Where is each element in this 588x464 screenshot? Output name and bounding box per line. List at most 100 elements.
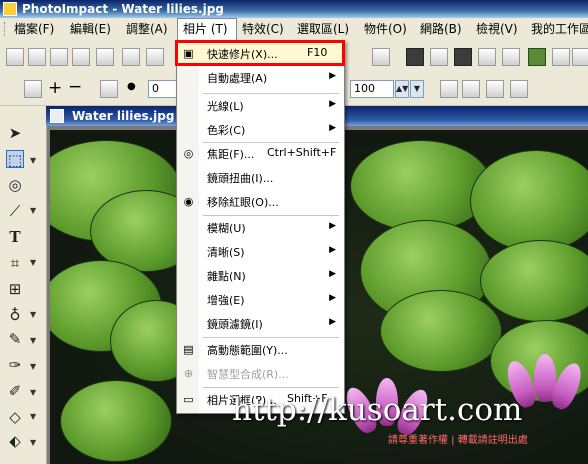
document-icon xyxy=(50,109,64,123)
photo-menu-dropdown: ▣ 快速修片(X)... F10 自動處理(A) ▶ 光線(L) ▶ 色彩(C)… xyxy=(176,40,345,414)
clone-tool-dropdown-icon[interactable]: ▼ xyxy=(30,388,36,397)
web-icon[interactable] xyxy=(502,48,520,66)
focus-icon: ◎ xyxy=(183,147,194,160)
scan-icon[interactable] xyxy=(96,48,114,66)
opacity-dropdown-icon[interactable]: ▼ xyxy=(410,80,424,98)
app-title: PhotoImpact - Water lilies.jpg xyxy=(22,2,224,16)
menu-adjust[interactable]: 調整(A) xyxy=(126,18,168,40)
eraser-tool-dropdown-icon[interactable]: ▼ xyxy=(30,412,36,421)
crop-tool-icon[interactable]: ⌗ xyxy=(6,254,24,272)
menu-item-color[interactable]: 色彩(C) ▶ xyxy=(177,119,344,141)
menu-separator xyxy=(203,215,339,216)
eyedropper-dropdown-icon[interactable]: ▼ xyxy=(30,310,36,319)
menu-item-lens-filter[interactable]: 鏡頭濾鏡(I) ▶ xyxy=(177,313,344,335)
submenu-arrow-icon: ▶ xyxy=(329,245,336,255)
submenu-arrow-icon: ▶ xyxy=(329,317,336,327)
crop-tool-dropdown-icon[interactable]: ▼ xyxy=(30,258,36,267)
menu-item-focus[interactable]: ◎ 焦距(F)... Ctrl+Shift+F xyxy=(177,143,344,165)
menu-edit[interactable]: 編輯(E) xyxy=(70,18,111,40)
menu-item-red-eye[interactable]: ◉ 移除紅眼(O)... xyxy=(177,191,344,213)
shape-icon[interactable] xyxy=(100,80,118,98)
brush-tool-icon[interactable]: ⟋ xyxy=(6,202,24,220)
add-icon[interactable]: + xyxy=(48,78,62,98)
menu-item-noise[interactable]: 雜點(N) ▶ xyxy=(177,265,344,287)
lasso-tool-icon[interactable]: ◎ xyxy=(6,176,24,194)
menu-item-label: 增強(E) xyxy=(207,294,245,307)
opacity-spin[interactable]: ▲▼ xyxy=(395,80,409,98)
camera-icon[interactable] xyxy=(406,48,424,66)
menu-item-hdr[interactable]: ▤ 高動態範圍(Y)... xyxy=(177,339,344,361)
menu-item-label: 自動處理(A) xyxy=(207,72,268,85)
brush-tool-dropdown-icon[interactable]: ▼ xyxy=(30,206,36,215)
menu-item-smart-merge[interactable]: ⊕ 智慧型合成(R)... xyxy=(177,363,344,385)
retouch-tool-icon[interactable]: ✑ xyxy=(6,356,24,374)
pan-icon[interactable] xyxy=(462,80,480,98)
menu-web[interactable]: 網路(B) xyxy=(420,18,462,40)
lily-pad xyxy=(60,380,172,462)
subtract-icon[interactable]: − xyxy=(68,77,82,97)
menu-item-label: 智慧型合成(R)... xyxy=(207,368,289,381)
lily-pad xyxy=(470,150,588,252)
photo-icon[interactable] xyxy=(430,48,448,66)
menu-item-label: 高動態範圍(Y)... xyxy=(207,344,288,357)
pick-tool-icon[interactable]: ➤ xyxy=(6,124,24,142)
option-1-icon[interactable] xyxy=(440,80,458,98)
crop-icon[interactable] xyxy=(510,80,528,98)
menu-item-shortcut: Ctrl+Shift+F xyxy=(267,146,337,159)
retouch-tool-dropdown-icon[interactable]: ▼ xyxy=(30,362,36,371)
hand-icon[interactable] xyxy=(486,80,504,98)
open-icon[interactable] xyxy=(50,48,68,66)
eraser-tool-icon[interactable]: ◇ xyxy=(6,408,24,426)
paint-tool-icon[interactable]: ✎ xyxy=(6,330,24,348)
opacity-field[interactable]: 100 xyxy=(350,80,394,98)
photoimpact-logo-icon xyxy=(3,2,17,16)
menu-item-auto-process[interactable]: 自動處理(A) ▶ xyxy=(177,67,344,89)
menu-item-blur[interactable]: 模糊(U) ▶ xyxy=(177,217,344,239)
selection-mode-icon[interactable] xyxy=(24,80,42,98)
menu-item-label: 鏡頭濾鏡(I) xyxy=(207,318,263,331)
menu-item-lighting[interactable]: 光線(L) ▶ xyxy=(177,95,344,117)
more-icon[interactable] xyxy=(572,48,588,66)
fill-tool-icon[interactable]: ⬖ xyxy=(6,432,24,450)
text-tool-icon[interactable]: T xyxy=(6,228,24,246)
effect-icon[interactable] xyxy=(528,48,546,66)
menu-photo[interactable]: 相片 (T) xyxy=(177,18,237,40)
lily-pad xyxy=(480,240,588,322)
menubar-grip[interactable] xyxy=(4,22,8,36)
tools-icon[interactable] xyxy=(552,48,570,66)
menu-effect[interactable]: 特效(C) xyxy=(242,18,284,40)
menu-view[interactable]: 檢視(V) xyxy=(476,18,518,40)
menu-selection[interactable]: 選取區(L) xyxy=(297,18,349,40)
eyedropper-tool-icon[interactable]: ♁ xyxy=(6,306,24,324)
highlight-box xyxy=(175,40,345,66)
marquee-tool-dropdown-icon[interactable]: ▼ xyxy=(30,156,36,165)
zoom-field[interactable]: 0 xyxy=(148,80,178,98)
menu-object[interactable]: 物件(O) xyxy=(364,18,407,40)
save-icon[interactable] xyxy=(72,48,90,66)
menu-item-label: 色彩(C) xyxy=(207,124,246,137)
menu-workspace[interactable]: 我的工作區 xyxy=(531,18,588,40)
paint-tool-dropdown-icon[interactable]: ▼ xyxy=(30,336,36,345)
print-icon[interactable] xyxy=(146,48,164,66)
menu-separator xyxy=(203,337,339,338)
picture-icon[interactable] xyxy=(454,48,472,66)
fill-tool-dropdown-icon[interactable]: ▼ xyxy=(30,438,36,447)
menu-item-enhance[interactable]: 增強(E) ▶ xyxy=(177,289,344,311)
submenu-arrow-icon: ▶ xyxy=(329,221,336,231)
clone-tool-icon[interactable]: ✐ xyxy=(6,382,24,400)
histogram-icon[interactable] xyxy=(372,48,390,66)
menu-item-sharpen[interactable]: 清晰(S) ▶ xyxy=(177,241,344,263)
hdr-icon: ▤ xyxy=(183,343,194,356)
menu-item-lens-distortion[interactable]: 鏡頭扭曲(I)... xyxy=(177,167,344,189)
lily-pad xyxy=(350,140,492,232)
menu-item-label: 模糊(U) xyxy=(207,222,246,235)
menu-file[interactable]: 檔案(F) xyxy=(14,18,54,40)
tool-palette: ➤ ⬚ ▼ ◎ ⟋ ▼ T ⌗ ▼ ⊞ ♁ ▼ ✎ ▼ ✑ ▼ ✐ ▼ ◇ ▼ … xyxy=(0,106,47,464)
preview-icon[interactable] xyxy=(478,48,496,66)
transform-tool-icon[interactable]: ⊞ xyxy=(6,280,24,298)
new-image-icon[interactable] xyxy=(28,48,46,66)
soft-edge-icon[interactable]: ● xyxy=(127,81,136,92)
undo-icon[interactable] xyxy=(122,48,140,66)
marquee-tool-icon[interactable]: ⬚ xyxy=(6,150,24,169)
new-icon[interactable] xyxy=(6,48,24,66)
